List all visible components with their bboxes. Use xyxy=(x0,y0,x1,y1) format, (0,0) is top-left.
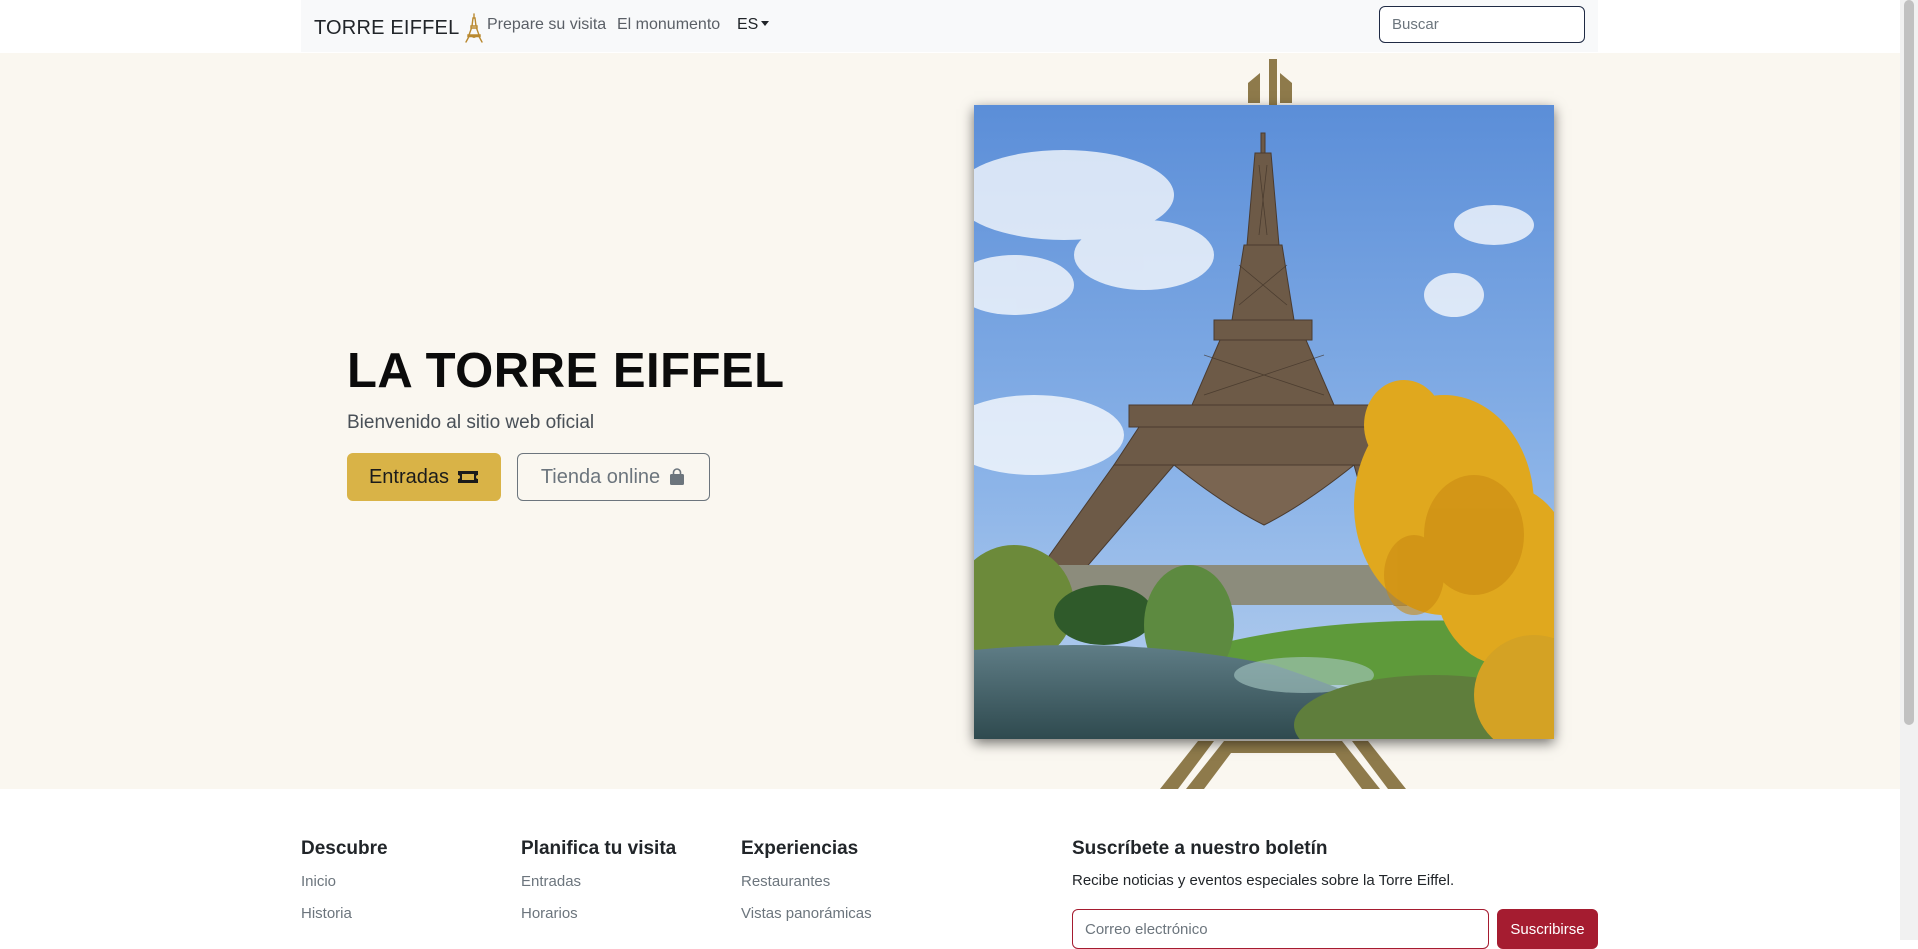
footer-col-experiences: Experiencias xyxy=(741,838,858,860)
hero-section: LA TORRE EIFFEL Bienvenido al sitio web … xyxy=(0,53,1900,789)
online-shop-button-label: Tienda online xyxy=(540,465,661,488)
nav-link-monument[interactable]: El monumento xyxy=(617,16,720,34)
footer-heading: Experiencias xyxy=(741,838,859,859)
footer-link-panoramic-views[interactable]: Vistas panorámicas xyxy=(741,905,872,922)
hero-subtitle: Bienvenido al sitio web oficial xyxy=(347,412,595,433)
newsletter-text: Recibe noticias y eventos especiales sob… xyxy=(1072,872,1455,889)
eiffel-tower-icon xyxy=(465,13,484,43)
nav-link-prepare-visit[interactable]: Prepare su visita xyxy=(487,16,606,34)
tickets-button-label: Entradas xyxy=(368,465,450,488)
footer-col-plan-visit: Planifica tu visita xyxy=(521,838,676,860)
page-scrollbar[interactable] xyxy=(1900,0,1918,940)
brand-link[interactable]: TORRE EIFFEL xyxy=(314,13,484,43)
eiffel-tower-photo xyxy=(974,105,1554,739)
footer-heading: Planifica tu visita xyxy=(521,838,677,859)
footer-link-tickets[interactable]: Entradas xyxy=(521,873,581,890)
subscribe-button[interactable]: Suscribirse xyxy=(1497,909,1598,949)
brand-name: TORRE EIFFEL xyxy=(314,16,460,39)
navbar: TORRE EIFFEL Prepare su visita El monume… xyxy=(301,0,1598,52)
language-dropdown[interactable]: ES xyxy=(737,16,770,34)
footer-link-restaurants[interactable]: Restaurantes xyxy=(741,873,830,890)
online-shop-button[interactable]: Tienda online xyxy=(517,453,710,501)
search-input[interactable] xyxy=(1379,6,1585,43)
caret-down-icon xyxy=(761,21,770,26)
footer-col-discover: Descubre xyxy=(301,838,388,860)
footer-link-history[interactable]: Historia xyxy=(301,905,352,922)
tickets-button[interactable]: Entradas xyxy=(347,453,501,501)
ticket-icon xyxy=(458,471,479,483)
footer-link-home[interactable]: Inicio xyxy=(301,873,336,890)
newsletter-section: Suscríbete a nuestro boletín xyxy=(1072,838,1328,860)
language-label: ES xyxy=(737,16,759,33)
scrollbar-thumb[interactable] xyxy=(1904,0,1914,725)
shopping-bag-icon xyxy=(670,468,685,485)
email-field[interactable] xyxy=(1072,909,1489,949)
footer-link-hours[interactable]: Horarios xyxy=(521,905,578,922)
hero-title: LA TORRE EIFFEL xyxy=(347,344,785,398)
footer-heading: Descubre xyxy=(301,838,388,859)
newsletter-title: Suscríbete a nuestro boletín xyxy=(1072,838,1328,859)
